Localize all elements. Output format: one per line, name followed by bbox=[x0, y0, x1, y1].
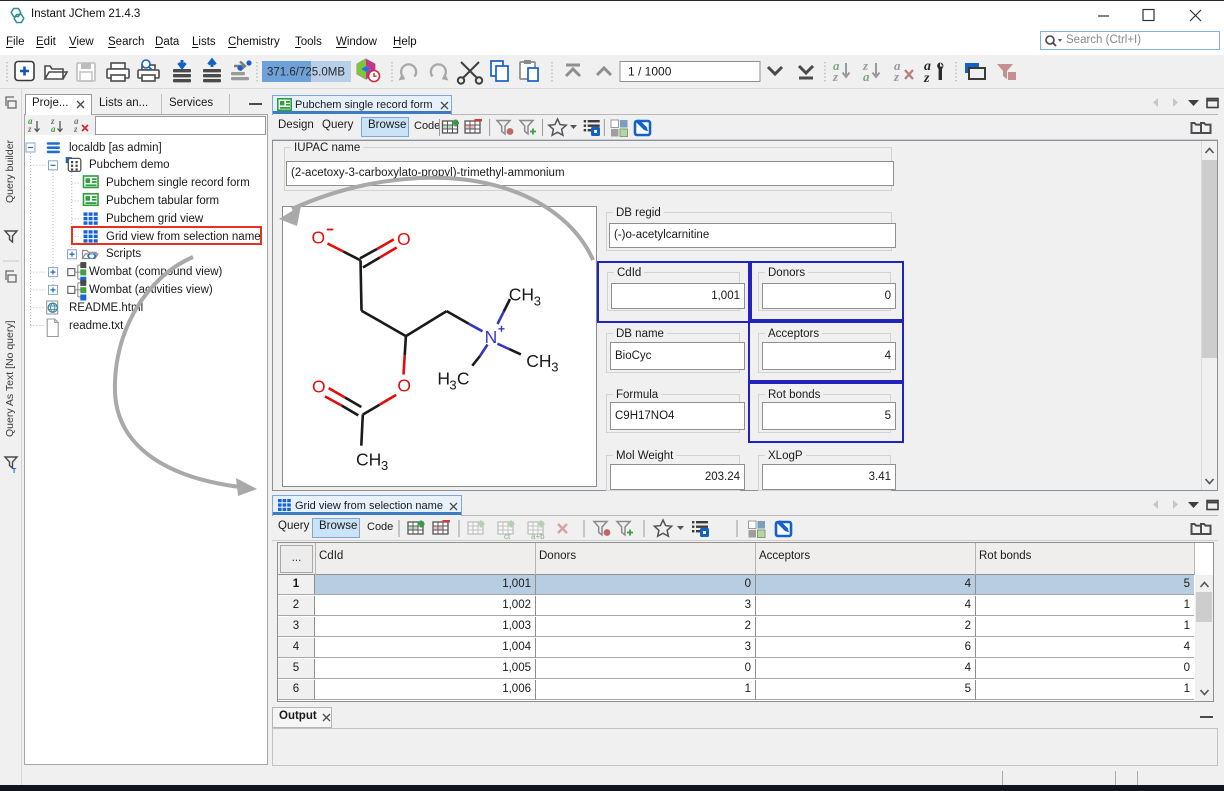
svg-text:H: H bbox=[437, 369, 450, 389]
svg-text:3: 3 bbox=[381, 458, 388, 473]
svg-text:O: O bbox=[311, 227, 325, 247]
svg-text:CH: CH bbox=[526, 351, 551, 371]
svg-text:3: 3 bbox=[551, 359, 558, 374]
svg-text:C: C bbox=[457, 369, 470, 389]
svg-text:z: z bbox=[923, 71, 930, 86]
svg-text:CH: CH bbox=[509, 285, 534, 305]
svg-text:O: O bbox=[397, 375, 411, 395]
svg-text:3: 3 bbox=[449, 377, 456, 392]
svg-text:371.6/725.0MB: 371.6/725.0MB bbox=[267, 67, 345, 79]
svg-text:a: a bbox=[863, 69, 870, 84]
svg-text:O: O bbox=[312, 377, 326, 397]
svg-text:z: z bbox=[893, 69, 900, 84]
svg-text:CH: CH bbox=[356, 450, 381, 470]
svg-text:T: T bbox=[12, 468, 17, 475]
svg-text:a+b: a+b bbox=[531, 532, 545, 541]
svg-text:N: N bbox=[485, 327, 498, 347]
svg-text:3: 3 bbox=[534, 293, 541, 308]
svg-text:1 / 1000: 1 / 1000 bbox=[628, 65, 672, 79]
svg-text:z: z bbox=[832, 69, 839, 84]
svg-text:O: O bbox=[397, 229, 411, 249]
svg-text:ct: ct bbox=[504, 532, 511, 541]
